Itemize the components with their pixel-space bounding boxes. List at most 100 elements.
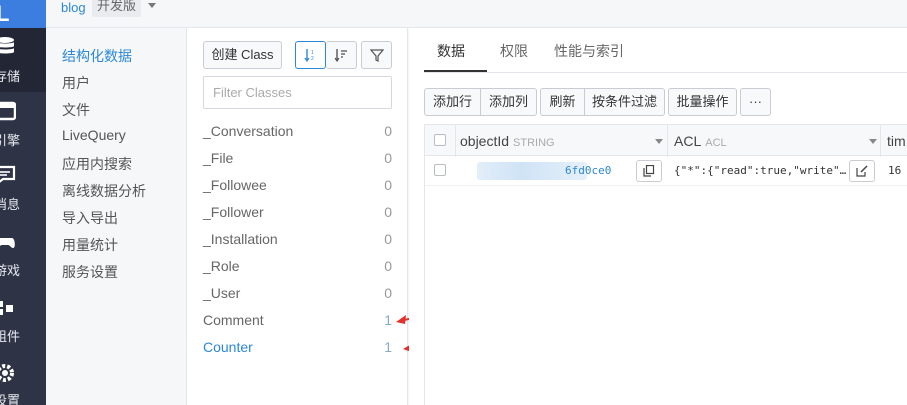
gear-icon bbox=[0, 364, 14, 382]
gamepad-icon bbox=[0, 238, 15, 248]
rail-item-label: 消息 bbox=[0, 197, 21, 212]
rail-item-label: 存储 bbox=[0, 69, 21, 84]
subnav-item-files[interactable]: 文件 bbox=[62, 100, 90, 120]
copy-button[interactable] bbox=[636, 160, 662, 182]
main-rail: L 存储 引擎 消息 游戏 组件 设置 bbox=[0, 0, 46, 405]
chevron-down-icon[interactable] bbox=[148, 3, 156, 8]
rail-item-game[interactable]: 游戏 bbox=[0, 220, 46, 284]
class-count: 0 bbox=[384, 231, 392, 247]
subnav-item-structured-data[interactable]: 结构化数据 bbox=[62, 46, 132, 66]
class-item-comment[interactable]: Comment 1 bbox=[203, 312, 392, 332]
class-name: _Followee bbox=[203, 177, 267, 193]
app-logo[interactable]: L bbox=[0, 0, 46, 28]
class-item-follower[interactable]: _Follower 0 bbox=[203, 204, 392, 224]
class-item-followee[interactable]: _Followee 0 bbox=[203, 177, 392, 197]
app-name[interactable]: blog bbox=[61, 0, 86, 15]
copy-icon bbox=[643, 165, 655, 177]
more-button[interactable]: ··· bbox=[740, 88, 771, 116]
subnav-item-livequery[interactable]: LiveQuery bbox=[62, 127, 126, 143]
storage-subnav: 结构化数据 用户 文件 LiveQuery 应用内搜索 离线数据分析 导入导出 … bbox=[46, 28, 187, 405]
class-name: _File bbox=[203, 150, 234, 166]
logo-letter: L bbox=[0, 1, 10, 26]
class-name: Comment bbox=[203, 312, 264, 328]
database-icon bbox=[0, 37, 14, 54]
object-id[interactable]: 6fd0ce0 bbox=[565, 164, 611, 177]
column-type: STRING bbox=[513, 137, 555, 149]
rail-item-component[interactable]: 组件 bbox=[0, 284, 46, 348]
column-type: ACL bbox=[705, 137, 727, 149]
top-bar: blog 开发版 bbox=[46, 0, 907, 28]
select-all-checkbox[interactable] bbox=[434, 134, 446, 146]
data-browser: 数据 权限 性能与索引 添加行 添加列 刷新 按条件过滤 批量操作 ··· ob… bbox=[409, 28, 907, 405]
header-select-cell bbox=[425, 125, 456, 157]
class-count: 0 bbox=[384, 258, 392, 274]
class-count: 0 bbox=[384, 285, 392, 301]
class-item-counter[interactable]: Counter 1 bbox=[203, 339, 392, 359]
tab-indexes[interactable]: 性能与索引 bbox=[554, 41, 624, 61]
add-column-button[interactable]: 添加列 bbox=[480, 88, 537, 116]
class-name: _User bbox=[203, 285, 241, 301]
subnav-item-search[interactable]: 应用内搜索 bbox=[62, 154, 132, 174]
svg-text:2: 2 bbox=[311, 56, 314, 62]
rail-item-label: 引擎 bbox=[0, 133, 21, 148]
sort-list-icon bbox=[334, 49, 347, 63]
edit-button[interactable] bbox=[849, 160, 875, 182]
class-item-role[interactable]: _Role 0 bbox=[203, 258, 392, 278]
rail-item-label: 组件 bbox=[0, 329, 21, 344]
data-grid: objectId STRING ACL ACL tim 6fd0ce0 {"*"… bbox=[424, 124, 907, 405]
refresh-button[interactable]: 刷新 bbox=[540, 88, 585, 116]
class-name: _Follower bbox=[203, 204, 264, 220]
subnav-item-service-settings[interactable]: 服务设置 bbox=[62, 262, 118, 282]
batch-operations-button[interactable]: 批量操作 bbox=[668, 88, 737, 116]
filter-by-condition-button[interactable]: 按条件过滤 bbox=[584, 88, 665, 116]
filter-icon bbox=[369, 49, 384, 62]
create-class-button[interactable]: 创建 Class bbox=[203, 41, 282, 69]
edit-icon bbox=[856, 165, 868, 177]
class-name: _Conversation bbox=[203, 123, 294, 139]
subnav-item-offline-analytics[interactable]: 离线数据分析 bbox=[62, 181, 146, 201]
active-tab-indicator bbox=[424, 70, 487, 72]
class-name: _Installation bbox=[203, 231, 278, 247]
app-root: L 存储 引擎 消息 游戏 组件 设置 blog 开发版 结构化数据 用户 文件… bbox=[0, 0, 907, 405]
env-badge[interactable]: 开发版 bbox=[92, 0, 142, 17]
column-name: ACL ACL bbox=[674, 133, 727, 149]
class-item-conversation[interactable]: _Conversation 0 bbox=[203, 123, 392, 143]
row-checkbox[interactable] bbox=[434, 164, 446, 176]
class-item-installation[interactable]: _Installation 0 bbox=[203, 231, 392, 251]
column-menu-icon[interactable] bbox=[655, 139, 663, 144]
tabs-divider bbox=[424, 72, 907, 73]
message-icon bbox=[0, 165, 16, 183]
rail-item-message[interactable]: 消息 bbox=[0, 156, 46, 220]
rail-item-storage[interactable]: 存储 bbox=[0, 28, 46, 92]
class-item-user[interactable]: _User 0 bbox=[203, 285, 392, 305]
filter-classes-input[interactable] bbox=[203, 76, 392, 109]
table-row[interactable]: 6fd0ce0 {"*":{"read":true,"write"… 16 bbox=[425, 156, 907, 186]
rail-item-label: 设置 bbox=[0, 393, 21, 405]
sort-az-icon: 1 2 bbox=[304, 49, 314, 63]
subnav-item-users[interactable]: 用户 bbox=[62, 73, 90, 93]
tab-data[interactable]: 数据 bbox=[437, 41, 465, 61]
sort-desc-button[interactable] bbox=[326, 41, 357, 69]
column-header-time[interactable]: tim bbox=[881, 125, 907, 157]
grid-header: objectId STRING ACL ACL tim bbox=[425, 124, 907, 157]
class-list-panel: 创建 Class 1 2 _Conversa bbox=[187, 28, 408, 405]
subnav-item-import-export[interactable]: 导入导出 bbox=[62, 208, 118, 228]
rail-item-settings[interactable]: 设置 bbox=[0, 348, 46, 405]
column-menu-icon[interactable] bbox=[869, 139, 877, 144]
add-row-button[interactable]: 添加行 bbox=[424, 88, 481, 116]
puzzle-icon bbox=[0, 301, 13, 315]
column-header-acl[interactable]: ACL ACL bbox=[668, 125, 881, 157]
column-name: tim bbox=[887, 133, 906, 149]
rail-item-engine[interactable]: 引擎 bbox=[0, 92, 46, 156]
filter-button[interactable] bbox=[361, 41, 392, 69]
class-count: 0 bbox=[384, 177, 392, 193]
rail-item-label: 游戏 bbox=[0, 263, 21, 278]
class-count: 0 bbox=[384, 150, 392, 166]
column-header-objectid[interactable]: objectId STRING bbox=[456, 125, 668, 157]
sort-az-button[interactable]: 1 2 bbox=[295, 41, 326, 69]
subnav-item-usage[interactable]: 用量统计 bbox=[62, 235, 118, 255]
annotation-arrowhead bbox=[396, 315, 406, 324]
tab-permissions[interactable]: 权限 bbox=[500, 41, 528, 61]
class-count: 0 bbox=[384, 123, 392, 139]
class-item-file[interactable]: _File 0 bbox=[203, 150, 392, 170]
